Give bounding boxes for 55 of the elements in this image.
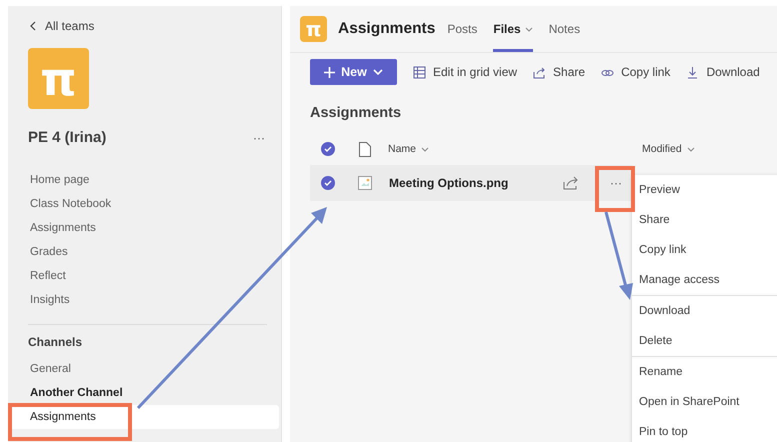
checkmark-icon <box>324 180 332 186</box>
sidebar-item[interactable]: Insights <box>10 288 279 312</box>
channel-item[interactable]: Assignments <box>10 405 279 429</box>
section-heading: Channels <box>28 335 84 349</box>
channel-logo: π <box>300 16 327 42</box>
menu-item[interactable]: Download <box>632 296 777 326</box>
chevron-left-icon <box>30 21 36 31</box>
chevron-down-icon <box>421 146 430 152</box>
file-icon <box>359 142 371 156</box>
chevron-down-icon <box>372 69 383 75</box>
chevron-down-icon <box>686 146 695 152</box>
file-name[interactable]: Meeting Options.png <box>389 176 563 190</box>
sidebar-item[interactable]: Grades <box>10 240 279 264</box>
menu-item[interactable]: Copy link <box>632 235 777 265</box>
library-heading: Assignments <box>310 105 402 121</box>
sidebar-item[interactable]: Home page <box>10 168 279 192</box>
grid-icon <box>413 66 426 78</box>
channel-title: Assignments <box>338 20 436 38</box>
channel-item[interactable]: General <box>10 357 279 381</box>
sidebar-item[interactable]: Reflect <box>10 264 279 288</box>
toolbar-button[interactable]: Download <box>686 65 760 79</box>
more-options-button[interactable]: ··· <box>600 176 632 190</box>
team-name: PE 4 (Irina) <box>28 129 106 146</box>
team-logo: π <box>28 48 89 109</box>
menu-item[interactable]: Pin to top <box>632 417 777 442</box>
selection-checkbox[interactable] <box>321 176 335 190</box>
column-header[interactable]: Name <box>388 143 642 155</box>
menu-item[interactable]: Delete <box>632 326 777 356</box>
new-button[interactable]: New <box>310 59 397 85</box>
download-icon <box>686 66 700 78</box>
menu-item[interactable]: Manage access <box>632 265 777 295</box>
file-row[interactable]: Meeting Options.png ··· <box>310 165 632 201</box>
share-icon <box>533 66 546 78</box>
tab[interactable]: Files <box>493 6 533 52</box>
menu-item[interactable]: Share <box>632 205 777 235</box>
toolbar-button[interactable]: Edit in grid view <box>413 65 518 79</box>
sidebar-item[interactable]: Class Notebook <box>10 192 279 216</box>
more-options-button[interactable]: ··· <box>251 130 267 144</box>
menu-item[interactable]: Open in SharePoint <box>632 387 777 417</box>
highlight-frame <box>595 166 635 212</box>
all-teams-link[interactable]: All teams <box>30 19 94 33</box>
channel-item[interactable]: Another Channel <box>10 381 279 405</box>
tab[interactable]: Posts <box>447 6 478 52</box>
menu-item[interactable]: Preview <box>632 175 777 205</box>
selection-checkbox[interactable] <box>321 142 335 156</box>
image-file-icon <box>358 176 372 190</box>
share-icon <box>563 176 579 190</box>
toolbar-button[interactable]: Share <box>533 65 586 79</box>
toolbar-button[interactable]: Copy link <box>601 65 670 79</box>
tab[interactable]: Notes <box>548 6 580 52</box>
menu-item[interactable]: Rename <box>632 357 777 387</box>
sidebar-item[interactable]: Assignments <box>10 216 279 240</box>
checkmark-icon <box>324 146 332 152</box>
column-header[interactable]: Modified <box>642 143 695 155</box>
plus-icon <box>324 66 336 78</box>
